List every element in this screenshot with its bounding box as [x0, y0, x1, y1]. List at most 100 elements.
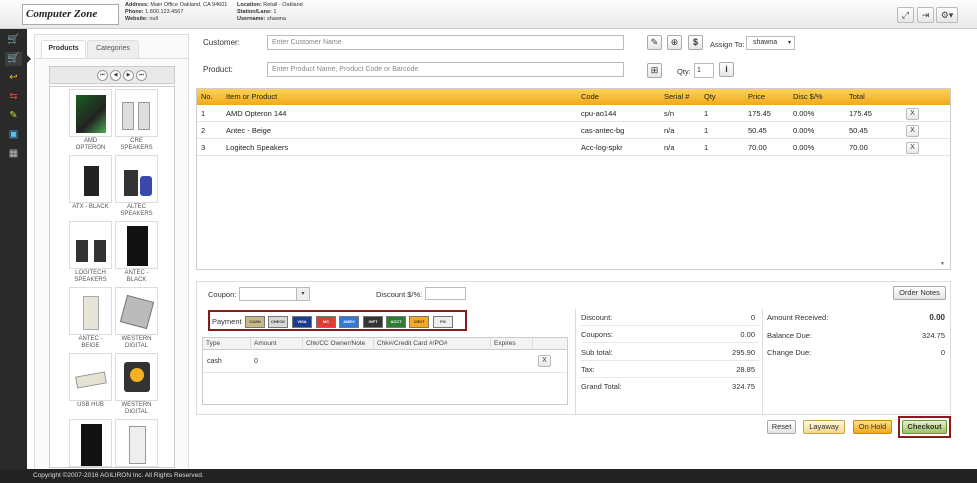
cart-icon[interactable]: 🛒: [5, 33, 22, 47]
left-nav-sidebar: 🛒 🛒 ↩ ⇆ ✎ ▣ ▦: [0, 29, 27, 469]
row-disc[interactable]: 0.00%: [793, 122, 814, 139]
purchase-order-payment-icon[interactable]: PG: [433, 316, 453, 328]
table-row[interactable]: 1 AMD Opteron 144 cpu-ao144 s/n 1 175.45…: [197, 105, 950, 122]
exchange-icon[interactable]: ⇆: [5, 90, 22, 104]
product-tile[interactable]: ANTEC - BLACK: [115, 221, 158, 284]
product-tile[interactable]: ANTEC - BEIGE: [69, 287, 112, 350]
row-code: cpu-ao144: [581, 109, 617, 118]
order-notes-button[interactable]: Order Notes: [893, 286, 946, 300]
gift-card-payment-icon[interactable]: GIFT: [363, 316, 383, 328]
tab-products[interactable]: Products: [41, 40, 86, 58]
product-tile[interactable]: AMD OPTERON: [69, 89, 112, 152]
layaway-button[interactable]: Layaway: [803, 420, 845, 434]
row-code: Acc-log-spkr: [581, 143, 623, 152]
customer-input[interactable]: Enter Customer Name: [267, 35, 624, 50]
row-divider: [203, 372, 567, 373]
edit-notes-icon[interactable]: ✎: [5, 109, 22, 123]
assign-to-select[interactable]: shawna ▾: [746, 36, 795, 50]
check-payment-icon[interactable]: CHECK: [268, 316, 288, 328]
coupon-select[interactable]: ▾: [239, 287, 310, 301]
product-browser-panel: Products Categories ⏮ ◀ ▶ ⏭ AMD OPTERON …: [34, 34, 189, 471]
product-tile[interactable]: WESTERN DIGITAL: [115, 353, 158, 416]
row-disc[interactable]: 0.00%: [793, 139, 814, 156]
dollar-icon[interactable]: $: [688, 35, 703, 50]
divider: [575, 309, 576, 414]
first-page-icon[interactable]: ⏮: [97, 70, 108, 81]
product-tile[interactable]: USB HUB: [69, 353, 112, 409]
row-total: 175.45: [849, 109, 872, 118]
remove-payment-button[interactable]: X: [538, 355, 551, 367]
scroll-down-icon[interactable]: ▼: [940, 261, 945, 267]
product-tile[interactable]: [115, 419, 158, 467]
next-page-icon[interactable]: ▶: [123, 70, 134, 81]
reports-grid-icon[interactable]: ▦: [5, 147, 22, 161]
row-serial[interactable]: s/n: [664, 105, 674, 122]
store-address: Main Office Oakland, CA 94601: [150, 2, 228, 8]
remove-item-button[interactable]: X: [906, 125, 919, 137]
top-header: Computer Zone Address: Main Office Oakla…: [0, 0, 977, 29]
product-tile[interactable]: ALTEC SPEAKERS: [115, 155, 158, 218]
product-name: LOGITECH SPEAKERS: [74, 270, 107, 283]
pos-cart-active-icon[interactable]: 🛒: [5, 52, 22, 66]
row-serial[interactable]: n/a: [664, 122, 674, 139]
last-page-icon[interactable]: ⏭: [136, 70, 147, 81]
product-tile[interactable]: [69, 419, 112, 467]
discount-input[interactable]: [425, 287, 466, 300]
fullscreen-icon[interactable]: ⤢: [897, 7, 914, 23]
row-disc[interactable]: 0.00%: [793, 105, 814, 122]
pay-row-amount[interactable]: 0: [254, 358, 258, 365]
tab-categories[interactable]: Categories: [87, 40, 139, 58]
prev-page-icon[interactable]: ◀: [110, 70, 121, 81]
visa-payment-icon[interactable]: VISA: [292, 316, 312, 328]
row-qty[interactable]: 1: [704, 105, 708, 122]
mastercard-payment-icon[interactable]: MC: [316, 316, 336, 328]
row-price[interactable]: 175.45: [748, 105, 771, 122]
row-qty[interactable]: 1: [704, 122, 708, 139]
table-row[interactable]: 2 Antec - Beige cas-antec-bg n/a 1 50.45…: [197, 122, 950, 139]
on-hold-button[interactable]: On Hold: [853, 420, 892, 434]
balance-due-label: Balance Due:: [767, 331, 813, 340]
tab-divider: [35, 58, 188, 59]
amount-received-value[interactable]: 0.00: [890, 313, 945, 322]
row-total: 70.00: [849, 143, 868, 152]
product-image: [69, 353, 112, 401]
store-logo: Computer Zone: [22, 4, 119, 25]
row-price[interactable]: 50.45: [748, 122, 767, 139]
edit-customer-icon[interactable]: ✎: [647, 35, 662, 50]
row-qty[interactable]: 1: [704, 139, 708, 156]
product-image: [115, 89, 158, 137]
product-tile[interactable]: CRE SPEAKERS: [115, 89, 158, 152]
qty-input[interactable]: 1: [694, 63, 714, 78]
logout-icon[interactable]: ⇥: [917, 7, 934, 23]
cash-drawer-icon[interactable]: ▣: [5, 128, 22, 142]
product-tile[interactable]: WESTERN DIGITAL: [115, 287, 158, 350]
product-name: ALTEC SPEAKERS: [120, 204, 153, 217]
cash-payment-icon[interactable]: CASH: [245, 316, 265, 328]
returns-icon[interactable]: ↩: [5, 71, 22, 85]
remove-item-button[interactable]: X: [906, 142, 919, 154]
summary-coupons: Coupons: 0.00: [581, 326, 759, 343]
table-row[interactable]: 3 Logitech Speakers Acc-log-spkr n/a 1 7…: [197, 139, 950, 156]
account-payment-icon[interactable]: ACCT: [386, 316, 406, 328]
product-name: ANTEC - BLACK: [124, 270, 149, 283]
row-price[interactable]: 70.00: [748, 139, 767, 156]
reset-button[interactable]: Reset: [767, 420, 796, 434]
credit-payment-icon[interactable]: CRDT: [409, 316, 429, 328]
row-no: 1: [201, 109, 206, 118]
product-image: [115, 419, 158, 467]
amex-payment-icon[interactable]: AMEX: [339, 316, 359, 328]
remove-item-button[interactable]: X: [906, 108, 919, 120]
add-customer-icon[interactable]: ⊕: [667, 35, 682, 50]
payments-table: Type Amount Chk/CC Owner/Note Chk#/Credi…: [202, 337, 568, 405]
settings-gear-icon[interactable]: ⚙▾: [936, 7, 958, 23]
checkout-button[interactable]: Checkout: [902, 420, 947, 434]
add-product-icon[interactable]: ⊞: [647, 63, 662, 78]
product-tile[interactable]: LOGITECH SPEAKERS: [69, 221, 112, 284]
product-tile[interactable]: ATX - BLACK: [69, 155, 112, 211]
divider: [762, 309, 763, 414]
summary-grand-total: Grand Total: 324.75: [581, 382, 755, 391]
row-item: Logitech Speakers: [226, 143, 289, 152]
row-serial[interactable]: n/a: [664, 139, 674, 156]
info-icon[interactable]: i: [719, 62, 734, 77]
product-search-input[interactable]: Enter Product Name, Product Code or Barc…: [267, 62, 624, 77]
